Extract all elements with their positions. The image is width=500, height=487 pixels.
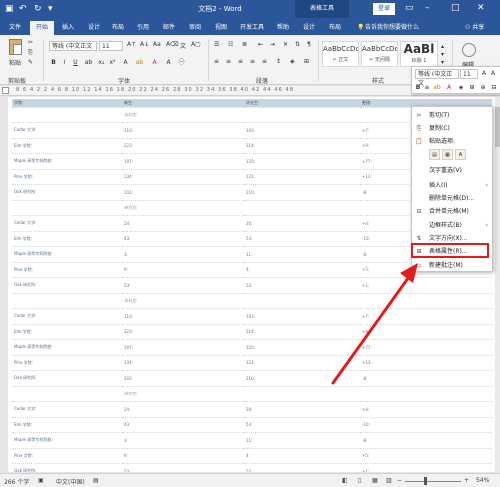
language-indicator[interactable]: 中文(中国) [56,477,85,486]
zoom-in-icon[interactable]: + [464,477,469,484]
zoom-slider[interactable] [405,481,461,482]
annotation-arrow [331,263,418,385]
zoom-level[interactable]: 54% [476,477,489,484]
status-bar: 266 个字 ▣ 中文(中国) ▤ ◧ ▯ ▦ ▥ − + 54% [0,473,500,487]
arrow-shaft [331,272,413,385]
word-window: ▣ ↶ ↻ ▾ 文档2 - Word 表格工具 登录 ▭ – □ ✕ 文件 开始… [0,0,500,487]
zoom-out-icon[interactable]: − [397,477,402,484]
focus-mode-icon[interactable]: ◧ [342,477,348,484]
web-layout-icon[interactable]: ▥ [386,477,392,484]
arrow-head [400,263,418,283]
accessibility-icon[interactable]: ▤ [93,477,99,484]
proofing-icon[interactable]: ▣ [38,477,44,484]
print-layout-icon[interactable]: ▦ [372,477,378,484]
read-mode-icon[interactable]: ▯ [358,477,361,484]
word-count[interactable]: 266 个字 [4,477,29,486]
zoom-slider-thumb[interactable] [424,477,427,485]
